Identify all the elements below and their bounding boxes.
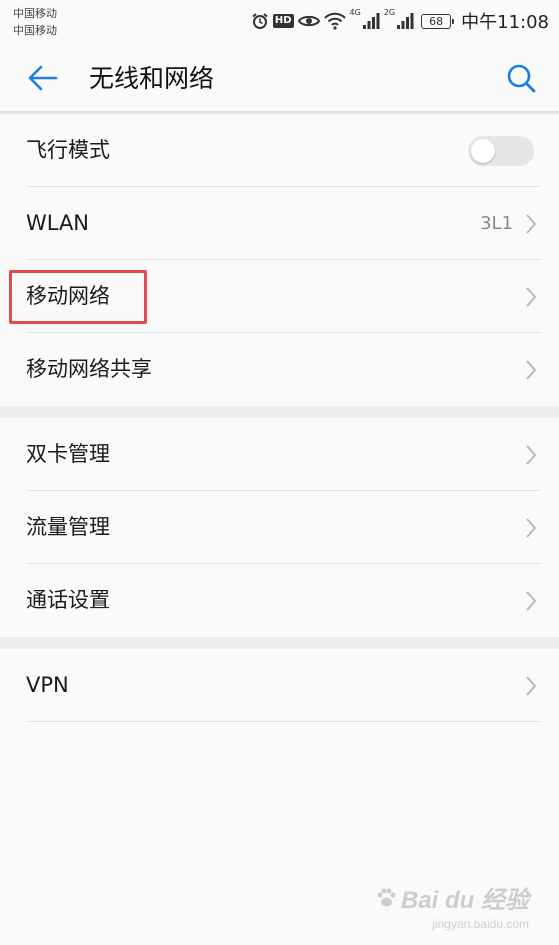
watermark-brand-text: Bai du 经验 [400, 887, 529, 914]
chevron-right-icon [526, 518, 537, 538]
alarm-icon [251, 12, 269, 30]
chevron-right-icon [526, 360, 537, 380]
wlan-row[interactable]: WLAN 3L1 [0, 187, 559, 260]
row-label: 移动网络共享 [26, 357, 152, 381]
chevron-right-icon [526, 591, 537, 611]
wifi-icon [323, 12, 346, 30]
back-button[interactable] [22, 60, 62, 96]
watermark-url: jingyan.baidu.com [432, 917, 529, 931]
arrow-left-icon [28, 65, 58, 91]
status-bar: 中国移动 中国移动 HD 4G 2G 68 中午11:08 [0, 0, 559, 42]
settings-group-vpn: VPN [0, 649, 559, 722]
row-label: 流量管理 [26, 515, 110, 539]
carrier-2: 中国移动 [13, 24, 57, 37]
search-button[interactable] [501, 58, 541, 98]
hd-badge: HD [272, 14, 294, 28]
row-label: 飞行模式 [26, 138, 110, 162]
row-label: 通话设置 [26, 588, 110, 612]
network-type-2: 2G [383, 8, 396, 17]
dual-sim-row[interactable]: 双卡管理 [0, 418, 559, 491]
mobile-network-row[interactable]: 移动网络 [0, 260, 559, 333]
row-label: WLAN [26, 211, 90, 235]
vpn-row[interactable]: VPN [0, 649, 559, 722]
row-label: 移动网络 [26, 284, 110, 308]
group-separator [0, 406, 559, 418]
call-settings-row[interactable]: 通话设置 [0, 564, 559, 637]
page-title: 无线和网络 [89, 64, 215, 93]
paw-icon [377, 888, 396, 906]
row-label: 双卡管理 [26, 442, 110, 466]
chevron-right-icon [526, 445, 537, 465]
signal-icon-2 [396, 12, 414, 30]
settings-list: 飞行模式 WLAN 3L1 移动网络 移动网络共享 双卡管理 流量管理 通话设置… [0, 114, 559, 722]
signal-icon-1 [362, 12, 380, 30]
watermark-brand: Bai du 经验 [375, 880, 529, 915]
clock: 中午11:08 [461, 12, 549, 33]
airplane-mode-row[interactable]: 飞行模式 [0, 114, 559, 187]
data-usage-row[interactable]: 流量管理 [0, 491, 559, 564]
settings-group-sim: 双卡管理 流量管理 通话设置 [0, 418, 559, 637]
app-header: 无线和网络 [0, 42, 559, 114]
chevron-right-icon [526, 676, 537, 696]
carrier-info: 中国移动 中国移动 [13, 5, 57, 39]
carrier-1: 中国移动 [13, 7, 57, 20]
eye-icon [297, 13, 320, 29]
chevron-right-icon [526, 287, 537, 307]
baidu-watermark: Bai du 经验 jingyan.baidu.com [375, 880, 529, 931]
network-type-1: 4G [349, 8, 361, 17]
search-icon [507, 64, 536, 93]
airplane-mode-toggle[interactable] [468, 136, 534, 166]
row-label: VPN [26, 673, 69, 697]
toggle-knob [471, 139, 495, 163]
row-divider [26, 721, 541, 722]
battery-level: 68 [429, 14, 444, 28]
wlan-value: 3L1 [480, 213, 513, 234]
chevron-right-icon [526, 214, 537, 234]
settings-group-network: 飞行模式 WLAN 3L1 移动网络 移动网络共享 [0, 114, 559, 406]
status-icons: HD 4G 2G 68 中午11:08 [251, 8, 549, 34]
battery-icon: 68 [421, 13, 455, 29]
tethering-row[interactable]: 移动网络共享 [0, 333, 559, 406]
group-separator [0, 637, 559, 649]
